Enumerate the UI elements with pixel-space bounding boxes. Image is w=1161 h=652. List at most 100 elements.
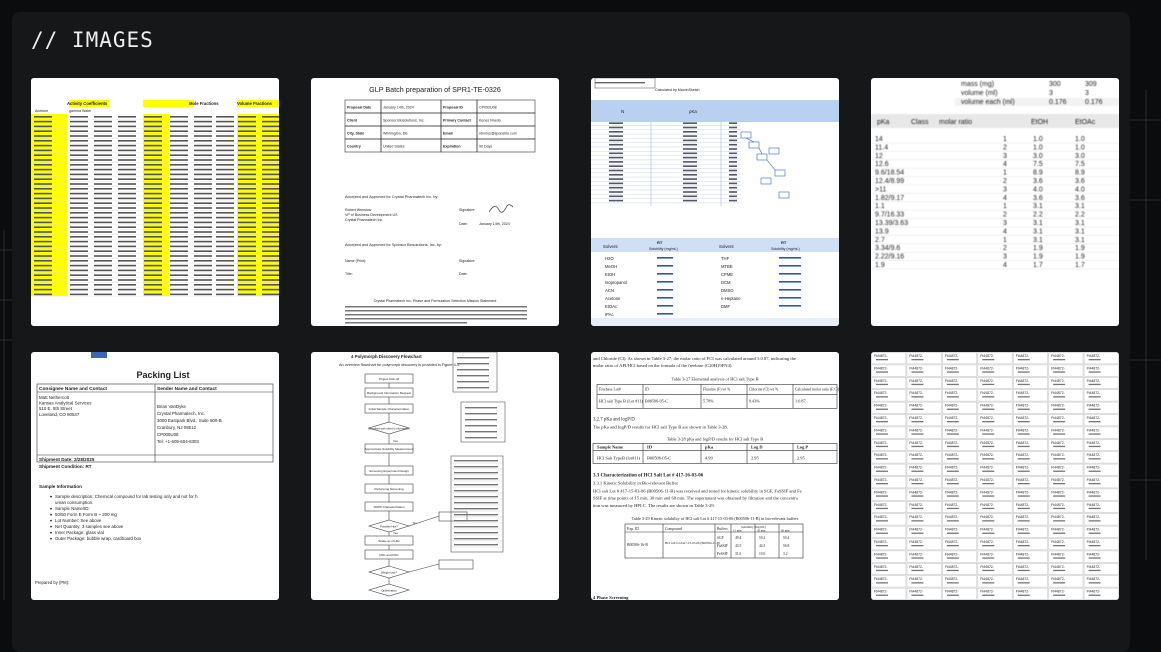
label-suffix [1088,383,1101,386]
table-cell: 44.3 [759,544,765,548]
label-prefix: Ft44872- [980,590,994,594]
cell-value [144,130,162,132]
diagram-node [774,169,786,177]
cell-value [779,265,801,267]
image-thumbnail-label-grid[interactable]: Ft44872- Ft44872- Ft44872- Ft44872- Ft44872-… [871,352,1119,600]
cell-value [94,260,112,262]
bullet-dot [50,507,52,510]
cell-value [609,191,623,193]
paragraph-line: SSIF at time points of 15 min, 30 min an… [593,496,798,502]
etoac-value: 8.9 [1075,170,1085,177]
bullet-text: Sample Name/ID: [55,506,90,511]
cell-value [34,245,52,248]
label-prefix: Ft44872- [874,590,888,594]
label-suffix [876,458,888,460]
image-thumbnail-pka-table[interactable]: mass (mg) 300 309 volume (ml) 3 3 volume each … [871,78,1119,326]
cell-value [216,212,234,214]
label-suffix [982,594,995,596]
process-label: Performing Screening [374,487,403,491]
label-suffix [982,532,995,534]
cell-value [118,221,136,224]
image-thumbnail-report-page[interactable]: and Chloride (Cl). As shown in Table 3-2… [591,352,839,600]
image-thumbnail-solubility-table[interactable]: Calculated by MarvinSketch NpKa Solvent RT S… [591,78,839,326]
etoh-value: 1.0 [1033,136,1043,143]
image-thumbnail-glp-document[interactable]: GLP Batch preparation of SPR1-TE-0326 Pro… [311,78,559,326]
label-suffix [1017,383,1030,386]
molar-ratio-value: 2 [1003,212,1007,219]
cell-value [70,240,88,243]
label-suffix [1053,470,1066,472]
cell-value [238,135,256,137]
list-line [465,425,497,427]
cell-value [194,188,212,190]
image-thumbnail-spreadsheet[interactable]: Activity Coefficients Mole Fractions Volum… [31,78,279,326]
cell-value [118,245,136,248]
label-prefix: Ft44872- [909,416,923,420]
cell-value [144,216,162,219]
label-suffix [946,582,959,584]
cell-value [34,192,52,195]
cell-value [144,116,162,118]
solvent-name: DMSO [721,288,734,293]
label-suffix [1088,359,1101,361]
column-header: EtOAc [1075,119,1096,126]
name-label: Name (Print): [345,259,366,263]
label-suffix [1053,421,1066,423]
cell-value [94,269,112,272]
label-prefix: Ft44872- [1087,441,1101,445]
sender-header: Sender Name and Contact [157,386,217,392]
image-thumbnail-flowchart[interactable]: 4 Polymorph Discovery Flowchart An overvi… [311,352,559,600]
label-suffix [946,433,959,435]
cell-value [238,269,256,272]
cell-value [144,226,162,228]
table-caption: Table 3-29 Kinetic solubility of HCl sal… [632,516,799,521]
cell-value [34,164,52,166]
sheet-subheader-a: Acetone [35,109,48,113]
header-n: N [621,109,624,114]
cell-value [118,173,136,176]
label-prefix: Ft44872- [980,404,994,408]
cell-value [118,284,136,286]
cell-value [683,135,697,137]
cell-value [729,174,737,176]
label-suffix [982,557,995,559]
diagram-node [760,177,772,185]
cell-value [729,195,737,198]
bullet-dot [50,495,52,498]
cell-value [70,144,88,147]
label-prefix: Ft44872- [1087,404,1101,408]
label-suffix [946,545,959,547]
label-prefix: Ft44872- [1051,366,1065,370]
consignee-line: 510 E. 5th Street [39,406,73,411]
cell-value [170,250,188,252]
image-thumbnail-packing-list[interactable]: Packing List Consignee Name and Contact Se… [31,352,279,600]
cell-value [238,212,256,214]
label-prefix: Ft44872- [874,404,888,408]
table-header: Sample Name [597,444,623,449]
cell-value [729,165,737,167]
cell-value [34,188,52,190]
label-prefix: Ft44872- [980,428,994,432]
label-suffix [946,557,959,559]
cell-value [683,156,697,159]
cell-value [70,274,88,276]
cell-value [194,279,212,281]
cell-value [94,245,112,248]
paragraph-line: The pKa and logP/D results for HCl salt … [593,424,728,429]
solvent-name: CPME [721,272,733,277]
label-prefix: Ft44872- [874,577,888,581]
table-cell-text: United States [383,145,405,149]
cell-value [238,116,256,118]
process-label: DSC and DSC [379,553,399,557]
cell-value [216,231,234,233]
label-suffix [1017,359,1030,361]
label-suffix [946,445,959,448]
label-suffix [1017,408,1030,410]
etoac-value: 3.1 [1075,220,1085,227]
cell-value [216,264,234,267]
cell-value [118,159,136,161]
list-line [454,508,498,510]
table-cell: B00506-05-C [647,455,671,460]
label-suffix [1053,582,1066,584]
solvent-name: THF [721,256,730,261]
